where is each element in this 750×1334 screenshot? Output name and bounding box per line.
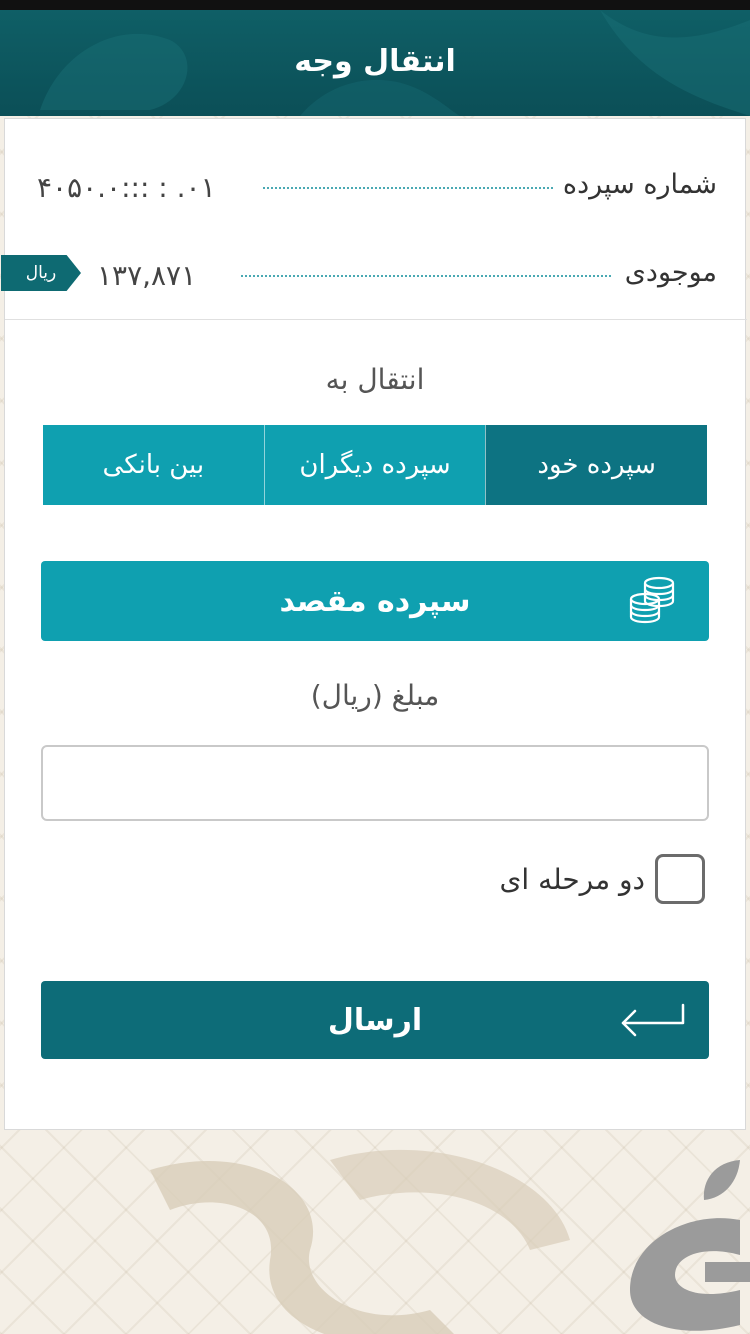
submit-label: ارسال — [327, 1002, 423, 1038]
page-title: انتقال وجه — [294, 44, 456, 79]
transfer-to-title: انتقال به — [325, 363, 425, 396]
destination-label: سپرده مقصد — [279, 583, 471, 619]
account-number-label: شماره سپرده — [554, 169, 717, 200]
app-watermark-logo — [630, 1160, 750, 1331]
screen: انتقال وجه شماره سپرده ۴۰۵۰.۰::: : .۰۱ ر… — [0, 0, 750, 1334]
account-number-row: شماره سپرده ۴۰۵۰.۰::: : .۰۱ — [5, 157, 747, 217]
balance-row: ریال ۱۳۷,۸۷۱ موجودی — [1, 245, 747, 305]
amount-input[interactable] — [41, 745, 709, 821]
destination-account-button[interactable]: سپرده مقصد — [41, 561, 709, 641]
coins-stack-icon — [629, 576, 675, 624]
leader-line — [263, 187, 553, 189]
bank-logo-watermark — [150, 1149, 570, 1334]
leader-line — [241, 275, 611, 277]
balance-value: ۱۳۷,۸۷۱ — [97, 259, 197, 292]
transfer-form-card: شماره سپرده ۴۰۵۰.۰::: : .۰۱ ریال ۱۳۷,۸۷۱… — [1, 118, 747, 1130]
amount-label: مبلغ (ریال) — [310, 679, 440, 712]
account-number-value: ۴۰۵۰.۰::: : .۰۱ — [37, 171, 216, 204]
app-header: انتقال وجه — [0, 10, 750, 116]
tab-other-accounts[interactable]: سپرده دیگران — [263, 425, 486, 505]
two-step-option[interactable]: دو مرحله ای — [499, 853, 705, 905]
tab-own-account[interactable]: سپرده خود — [485, 425, 707, 505]
divider — [5, 319, 747, 320]
balance-label: موجودی — [616, 257, 717, 288]
two-step-checkbox[interactable] — [655, 854, 705, 904]
tab-interbank[interactable]: بین بانکی — [42, 425, 264, 505]
arrow-left-return-icon — [621, 1003, 685, 1037]
status-bar — [0, 0, 750, 10]
transfer-type-tabs: سپرده خود سپرده دیگران بین بانکی — [42, 425, 707, 505]
submit-button[interactable]: ارسال — [41, 981, 709, 1059]
two-step-label: دو مرحله ای — [499, 862, 645, 896]
currency-badge: ریال — [1, 255, 81, 291]
